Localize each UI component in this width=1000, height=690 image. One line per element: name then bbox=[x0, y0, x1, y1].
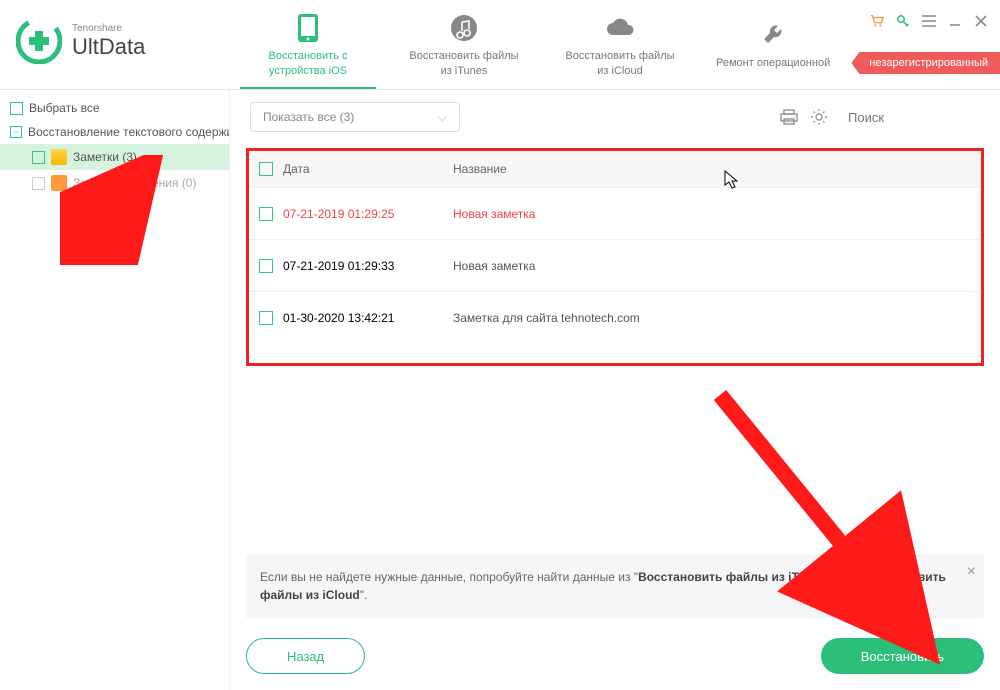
brand-product: UltData bbox=[72, 34, 145, 60]
cart-icon[interactable] bbox=[870, 14, 884, 28]
sidebar-item-label: Заметки (3) bbox=[73, 150, 137, 164]
key-icon[interactable] bbox=[896, 14, 910, 28]
checkbox-icon[interactable] bbox=[259, 259, 273, 273]
checkbox-icon[interactable] bbox=[259, 311, 273, 325]
tab-label: Восстановить файлы из iTunes bbox=[404, 49, 524, 78]
table-header: Дата Название bbox=[249, 151, 981, 187]
sidebar-item-attachments[interactable]: Заметки Вложения (0) bbox=[0, 170, 229, 196]
brand-company: Tenorshare bbox=[72, 23, 145, 34]
notes-icon bbox=[51, 149, 67, 165]
cell-name: Новая заметка bbox=[453, 207, 971, 221]
tab-label: Ремонт операционной bbox=[716, 56, 830, 70]
attachment-icon bbox=[51, 175, 67, 191]
tab-recover-ios[interactable]: Восстановить с устройства iOS bbox=[230, 0, 386, 89]
hint-bold-1: Восстановить файлы из iTunes bbox=[638, 570, 826, 584]
logo-icon bbox=[16, 18, 62, 64]
main-panel: Показать все (3) ⌵ Дата Название 07-21-2… bbox=[230, 90, 1000, 690]
phone-icon bbox=[297, 13, 319, 43]
sidebar-select-all[interactable]: Выбрать все bbox=[0, 96, 229, 120]
wrench-icon bbox=[760, 22, 786, 48]
sidebar-item-notes[interactable]: Заметки (3) bbox=[0, 144, 229, 170]
sidebar-label: Выбрать все bbox=[29, 101, 100, 115]
gear-icon[interactable] bbox=[810, 108, 828, 126]
tab-label: Восстановить файлы из iCloud bbox=[560, 49, 680, 78]
itunes-icon bbox=[450, 14, 478, 42]
search-box[interactable] bbox=[840, 103, 980, 131]
footer: Назад Восстановить bbox=[246, 638, 984, 674]
tab-recover-itunes[interactable]: Восстановить файлы из iTunes bbox=[386, 0, 542, 89]
app-body: Выбрать все − Восстановление текстового … bbox=[0, 90, 1000, 690]
sidebar-label: Восстановление текстового содержимо bbox=[28, 125, 229, 139]
cloud-icon bbox=[605, 17, 635, 39]
sidebar-item-label: Заметки Вложения (0) bbox=[73, 176, 196, 190]
checkbox-icon[interactable] bbox=[10, 102, 23, 115]
dropdown-label: Показать все (3) bbox=[263, 110, 354, 124]
column-header-date[interactable]: Дата bbox=[283, 162, 443, 176]
tab-recover-icloud[interactable]: Восстановить файлы из iCloud bbox=[542, 0, 698, 89]
hint-text-1: Если вы не найдете нужные данные, попроб… bbox=[260, 570, 638, 584]
unregistered-ribbon: незарегистрированный bbox=[851, 52, 1000, 74]
cell-date: 07-21-2019 01:29:25 bbox=[283, 207, 443, 221]
cell-name: Новая заметка bbox=[453, 259, 971, 273]
tab-repair-os[interactable]: Ремонт операционной bbox=[698, 0, 848, 89]
column-header-name[interactable]: Название bbox=[453, 162, 971, 176]
window-controls bbox=[870, 14, 988, 28]
checkbox-icon[interactable] bbox=[259, 207, 273, 221]
sidebar: Выбрать все − Восстановление текстового … bbox=[0, 90, 230, 690]
checkbox-icon[interactable] bbox=[32, 151, 45, 164]
collapse-icon[interactable]: − bbox=[10, 126, 22, 138]
hint-text-3: ". bbox=[360, 588, 368, 602]
cell-name: Заметка для сайта tehnotech.com bbox=[453, 311, 971, 325]
checkbox-icon[interactable] bbox=[259, 162, 273, 176]
table-row[interactable]: 07-21-2019 01:29:33 Новая заметка bbox=[249, 239, 981, 291]
logo: Tenorshare UltData bbox=[0, 0, 230, 82]
minimize-icon[interactable] bbox=[948, 14, 962, 28]
app-header: Tenorshare UltData Восстановить с устрой… bbox=[0, 0, 1000, 90]
hint-bar: × Если вы не найдете нужные данные, попр… bbox=[246, 554, 984, 618]
checkbox-icon[interactable] bbox=[32, 177, 45, 190]
close-icon[interactable]: × bbox=[967, 560, 976, 584]
toolbar: Показать все (3) ⌵ bbox=[230, 90, 1000, 144]
table-row[interactable]: 07-21-2019 01:29:25 Новая заметка bbox=[249, 187, 981, 239]
print-icon[interactable] bbox=[780, 108, 798, 126]
filter-dropdown[interactable]: Показать все (3) ⌵ bbox=[250, 102, 460, 132]
results-table: Дата Название 07-21-2019 01:29:25 Новая … bbox=[246, 148, 984, 366]
hint-text-2: " или " bbox=[826, 570, 862, 584]
search-input[interactable] bbox=[848, 110, 1000, 125]
recover-button[interactable]: Восстановить bbox=[821, 638, 984, 674]
cell-date: 07-21-2019 01:29:33 bbox=[283, 259, 443, 273]
chevron-down-icon: ⌵ bbox=[438, 110, 447, 125]
back-button[interactable]: Назад bbox=[246, 638, 365, 674]
cell-date: 01-30-2020 13:42:21 bbox=[283, 311, 443, 325]
close-icon[interactable] bbox=[974, 14, 988, 28]
sidebar-group[interactable]: − Восстановление текстового содержимо bbox=[0, 120, 229, 144]
tab-label: Восстановить с устройства iOS bbox=[248, 49, 368, 78]
table-row[interactable]: 01-30-2020 13:42:21 Заметка для сайта te… bbox=[249, 291, 981, 343]
menu-icon[interactable] bbox=[922, 14, 936, 28]
